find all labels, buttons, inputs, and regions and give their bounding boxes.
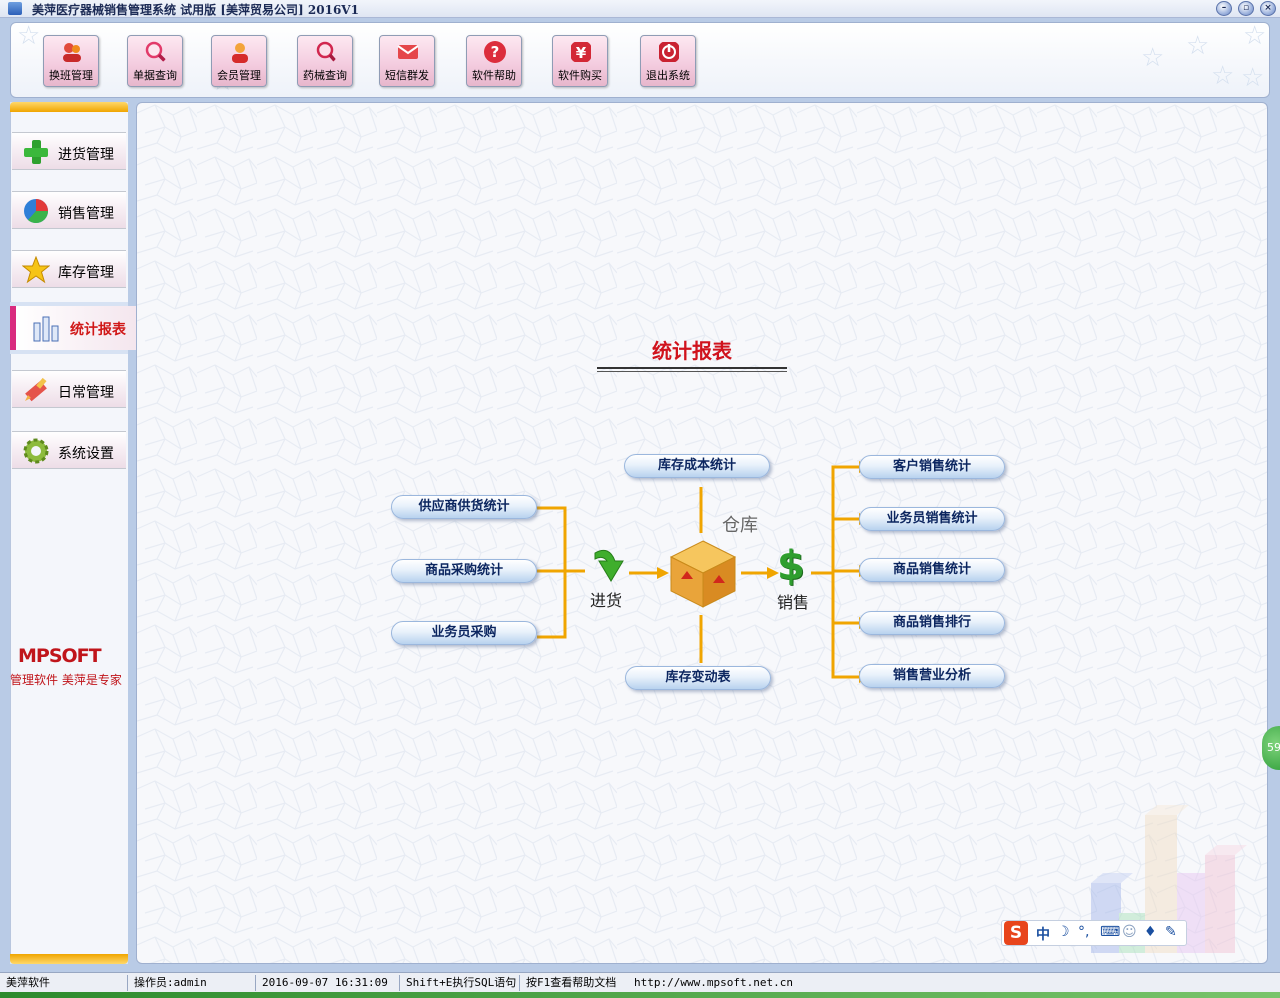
sidebar-item-label: 销售管理 [58, 206, 114, 222]
keyboard-icon[interactable]: ⌨ [1100, 924, 1120, 940]
status-operator: 操作员:admin [130, 975, 256, 991]
sidebar-item-label: 统计报表 [70, 322, 126, 338]
power-icon [659, 42, 679, 62]
star-decoration-icon: ☆ [1141, 43, 1165, 73]
logo-slogan: 管理软件 美萍是专家 [10, 673, 122, 687]
mail-icon [397, 45, 419, 59]
sales-revenue-analysis-button[interactable]: 销售营业分析 [859, 664, 1005, 688]
sidebar-item-label: 系统设置 [58, 446, 114, 462]
sidebar-bottom-bar [10, 954, 128, 964]
ime-chinese-mode-button[interactable]: 中 [1036, 924, 1050, 944]
toolbar-label: 退出系统 [646, 69, 690, 82]
bar-chart-icon [33, 316, 59, 342]
sidebar-item-label: 库存管理 [58, 265, 114, 281]
svg-text:¥: ¥ [576, 44, 587, 62]
taskbar-strip [0, 992, 1280, 998]
salesman-sales-stats-button[interactable]: 业务员销售统计 [859, 507, 1005, 531]
toolbar-exit-button[interactable]: 退出系统 [640, 35, 696, 87]
green-plus-icon [24, 140, 48, 164]
sidebar-item-inventory[interactable]: 库存管理 [12, 250, 126, 288]
toolbar-sms-button[interactable]: 短信群发 [379, 35, 435, 87]
sidebar-item-daily[interactable]: 日常管理 [12, 370, 126, 408]
sidebar-item-label: 日常管理 [58, 385, 114, 401]
toolbar-member-management-button[interactable]: 会员管理 [211, 35, 267, 87]
status-help-hint: 按F1查看帮助文档 [526, 976, 617, 989]
star-decoration-icon: ☆ [1243, 22, 1267, 51]
wrench-icon[interactable]: ✎ [1165, 924, 1177, 940]
status-sql-hint: Shift+E执行SQL语句 [402, 975, 520, 991]
punctuation-icon[interactable]: °, [1078, 924, 1089, 940]
star-decoration-icon: ☆ [17, 22, 41, 51]
toolbar-shift-management-button[interactable]: 换班管理 [43, 35, 99, 87]
sales-node-label: 销售 [777, 593, 810, 612]
window-title: 美萍医疗器械销售管理系统 试用版 [美萍贸易公司] 2016V1 [32, 3, 359, 17]
search-document-icon [316, 41, 338, 64]
supplier-supply-stats-button[interactable]: 供应商供货统计 [391, 495, 537, 519]
sidebar-item-reports[interactable]: 统计报表 [10, 306, 136, 350]
customer-sales-stats-button[interactable]: 客户销售统计 [859, 455, 1005, 479]
svg-text:?: ? [491, 43, 500, 61]
inventory-change-report-button[interactable]: 库存变动表 [625, 666, 771, 690]
toolbar-label: 药械查询 [303, 69, 347, 82]
help-icon: ? [484, 41, 506, 63]
status-url: http://www.mpsoft.net.cn [634, 976, 793, 989]
sidebar-item-settings[interactable]: 系统设置 [12, 431, 126, 469]
main-toolbar: ☆ ☆ ☆ ☆ ☆ ☆ ☆ 换班管理 单据查询 会员管理 药械查询 短信群发 ?… [10, 22, 1270, 98]
user-icon[interactable]: ☺ [1122, 924, 1137, 940]
moon-icon[interactable]: ☽ [1057, 924, 1070, 940]
product-purchase-stats-button[interactable]: 商品采购统计 [391, 559, 537, 583]
salesman-purchase-button[interactable]: 业务员采购 [391, 621, 537, 645]
toolbar-help-button[interactable]: ? 软件帮助 [466, 35, 522, 87]
sidebar-item-sales[interactable]: 销售管理 [12, 191, 126, 229]
sales-dollar-icon: $ [777, 543, 805, 589]
title-bar: 美萍医疗器械销售管理系统 试用版 [美萍贸易公司] 2016V1 – ▫ × [0, 0, 1280, 18]
toolbar-label: 换班管理 [49, 69, 93, 82]
status-datetime: 2016-09-07 16:31:09 [258, 975, 400, 991]
toolbar-label: 单据查询 [133, 69, 177, 82]
main-panel: 统计报表 $ 进货 仓库 销售 供应商供货统计 商品采购统计 业务员采购 库存成… [136, 102, 1268, 964]
member-icon [232, 43, 248, 63]
toolbar-label: 短信群发 [385, 69, 429, 82]
minimize-button[interactable]: – [1216, 1, 1232, 16]
purchase-arrow-icon [594, 549, 624, 582]
toolbar-device-query-button[interactable]: 药械查询 [297, 35, 353, 87]
sidebar-item-label: 进货管理 [58, 147, 114, 163]
sidebar-item-purchase[interactable]: 进货管理 [12, 132, 126, 170]
restore-button[interactable]: ▫ [1238, 1, 1254, 16]
gear-icon [23, 438, 49, 464]
status-bar: 美萍软件 操作员:admin 2016-09-07 16:31:09 Shift… [0, 972, 1280, 992]
warehouse-box-icon [669, 540, 737, 608]
star-decoration-icon: ☆ [1211, 61, 1235, 91]
yen-icon: ¥ [571, 42, 591, 62]
status-company: 美萍软件 [2, 975, 128, 991]
close-button[interactable]: × [1260, 1, 1276, 16]
warehouse-node-label: 仓库 [722, 515, 758, 536]
purchase-node-label: 进货 [590, 591, 623, 610]
sidebar-top-bar [10, 102, 128, 112]
toolbar-label: 软件帮助 [472, 69, 516, 82]
app-icon [8, 2, 22, 15]
sogou-logo-icon: S [1004, 921, 1028, 945]
product-sales-stats-button[interactable]: 商品销售统计 [859, 558, 1005, 582]
star-icon [22, 256, 50, 284]
pencil-icon [25, 377, 47, 402]
pie-chart-icon [24, 199, 49, 224]
floating-badge[interactable]: 59 [1262, 726, 1280, 770]
star-decoration-icon: ☆ [1186, 31, 1210, 61]
star-decoration-icon: ☆ [1241, 63, 1265, 93]
product-sales-ranking-button[interactable]: 商品销售排行 [859, 611, 1005, 635]
skin-shirt-icon[interactable]: ♦ [1144, 924, 1157, 940]
mpsoft-logo: MPSOFT [18, 645, 102, 667]
toolbar-document-query-button[interactable]: 单据查询 [127, 35, 183, 87]
user-group-icon [63, 43, 81, 62]
inventory-cost-stats-button[interactable]: 库存成本统计 [624, 454, 770, 478]
magnifier-icon [145, 41, 168, 64]
toolbar-label: 会员管理 [217, 69, 261, 82]
toolbar-label: 软件购买 [558, 69, 602, 82]
toolbar-purchase-button[interactable]: ¥ 软件购买 [552, 35, 608, 87]
ime-toolbar[interactable]: S 中 ☽ °, ⌨ ☺ ♦ ✎ [1001, 920, 1187, 946]
sidebar: 进货管理 销售管理 库存管理 统计报表 日常管理 系统设置 MPSOFT 管理软… [10, 102, 136, 964]
